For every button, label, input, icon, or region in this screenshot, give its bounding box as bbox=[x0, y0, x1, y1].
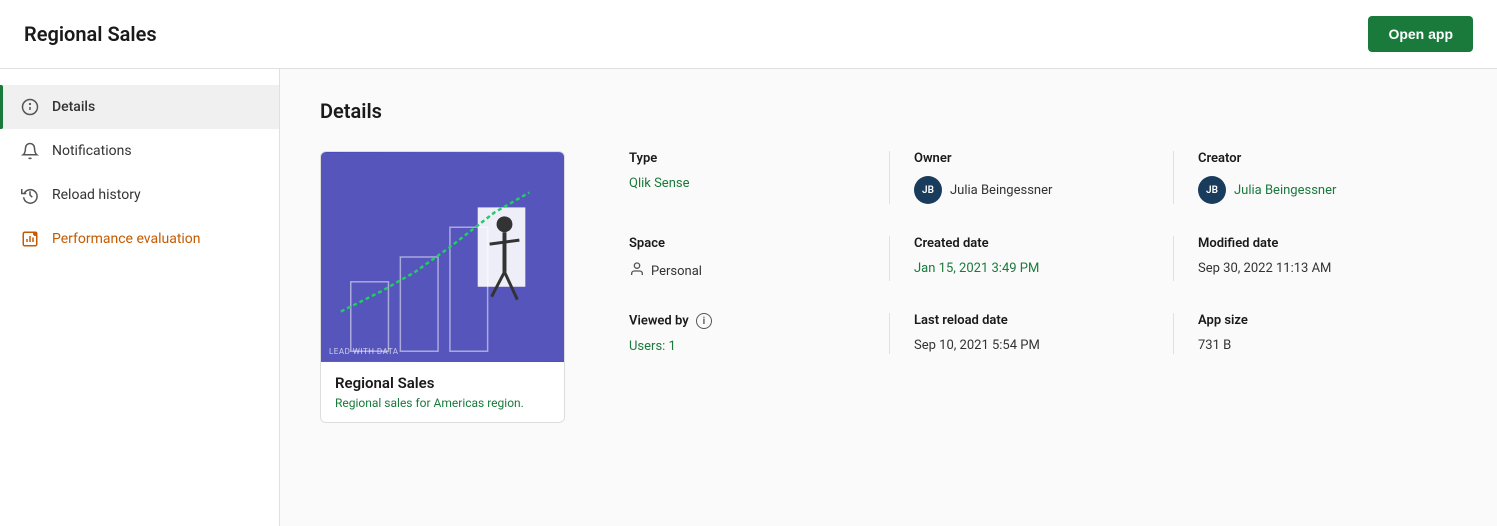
info-icon bbox=[20, 97, 40, 117]
performance-icon bbox=[20, 229, 40, 249]
space-row: Personal bbox=[629, 261, 865, 281]
type-value[interactable]: Qlik Sense bbox=[629, 176, 865, 191]
meta-last-reload: Last reload date Sep 10, 2021 5:54 PM bbox=[889, 313, 1173, 354]
thumbnail-name: Regional Sales bbox=[335, 374, 550, 392]
created-date-value: Jan 15, 2021 3:49 PM bbox=[914, 261, 1149, 276]
type-label: Type bbox=[629, 151, 865, 166]
sidebar-item-reload-history[interactable]: Reload history bbox=[0, 173, 279, 217]
space-label: Space bbox=[629, 236, 865, 251]
sidebar-item-details-label: Details bbox=[52, 99, 95, 115]
section-title: Details bbox=[320, 99, 1457, 123]
app-size-label: App size bbox=[1198, 313, 1433, 328]
owner-avatar: JB bbox=[914, 176, 942, 204]
sidebar-item-details[interactable]: Details bbox=[0, 85, 279, 129]
thumbnail-image: LEAD WITH DATA bbox=[321, 152, 564, 362]
main-layout: Details Notifications Reload history bbox=[0, 69, 1497, 526]
sidebar-item-notifications[interactable]: Notifications bbox=[0, 129, 279, 173]
viewed-by-label: Viewed by i bbox=[629, 313, 865, 329]
app-title: Regional Sales bbox=[24, 22, 157, 46]
meta-type: Type Qlik Sense bbox=[605, 151, 889, 204]
lead-with-data-text: LEAD WITH DATA bbox=[329, 347, 399, 356]
created-date-label: Created date bbox=[914, 236, 1149, 251]
modified-date-value: Sep 30, 2022 11:13 AM bbox=[1198, 261, 1433, 276]
owner-row: JB Julia Beingessner bbox=[914, 176, 1149, 204]
sidebar-item-notifications-label: Notifications bbox=[52, 143, 132, 159]
meta-grid: Type Qlik Sense Owner JB Julia Beingessn… bbox=[605, 151, 1457, 354]
creator-name: Julia Beingessner bbox=[1234, 183, 1336, 198]
top-bar: Regional Sales Open app bbox=[0, 0, 1497, 69]
meta-space: Space Personal bbox=[605, 236, 889, 281]
app-thumbnail: LEAD WITH DATA Regional Sales Regional s… bbox=[320, 151, 565, 423]
meta-creator: Creator JB Julia Beingessner bbox=[1173, 151, 1457, 204]
sidebar-item-reload-history-label: Reload history bbox=[52, 187, 141, 203]
thumbnail-description: Regional sales for Americas region. bbox=[335, 396, 550, 410]
thumbnail-info: Regional Sales Regional sales for Americ… bbox=[321, 362, 564, 422]
content-area: Details bbox=[280, 69, 1497, 526]
sidebar-item-performance-evaluation[interactable]: Performance evaluation bbox=[0, 217, 279, 261]
viewed-by-value: Users: 1 bbox=[629, 339, 865, 354]
sidebar-item-performance-label: Performance evaluation bbox=[52, 231, 201, 247]
last-reload-label: Last reload date bbox=[914, 313, 1149, 328]
app-size-value: 731 B bbox=[1198, 338, 1433, 353]
meta-viewed-by: Viewed by i Users: 1 bbox=[605, 313, 889, 354]
meta-modified-date: Modified date Sep 30, 2022 11:13 AM bbox=[1173, 236, 1457, 281]
owner-name: Julia Beingessner bbox=[950, 183, 1052, 198]
creator-avatar: JB bbox=[1198, 176, 1226, 204]
last-reload-value: Sep 10, 2021 5:54 PM bbox=[914, 338, 1149, 353]
person-icon bbox=[629, 261, 645, 281]
meta-owner: Owner JB Julia Beingessner bbox=[889, 151, 1173, 204]
owner-label: Owner bbox=[914, 151, 1149, 166]
bell-icon bbox=[20, 141, 40, 161]
details-body: LEAD WITH DATA Regional Sales Regional s… bbox=[320, 151, 1457, 423]
modified-date-label: Modified date bbox=[1198, 236, 1433, 251]
sidebar: Details Notifications Reload history bbox=[0, 69, 280, 526]
space-value: Personal bbox=[651, 264, 702, 279]
meta-app-size: App size 731 B bbox=[1173, 313, 1457, 354]
creator-label: Creator bbox=[1198, 151, 1433, 166]
creator-row: JB Julia Beingessner bbox=[1198, 176, 1433, 204]
viewed-by-info-icon: i bbox=[696, 313, 712, 329]
history-icon bbox=[20, 185, 40, 205]
open-app-button[interactable]: Open app bbox=[1368, 16, 1473, 52]
meta-created-date: Created date Jan 15, 2021 3:49 PM bbox=[889, 236, 1173, 281]
